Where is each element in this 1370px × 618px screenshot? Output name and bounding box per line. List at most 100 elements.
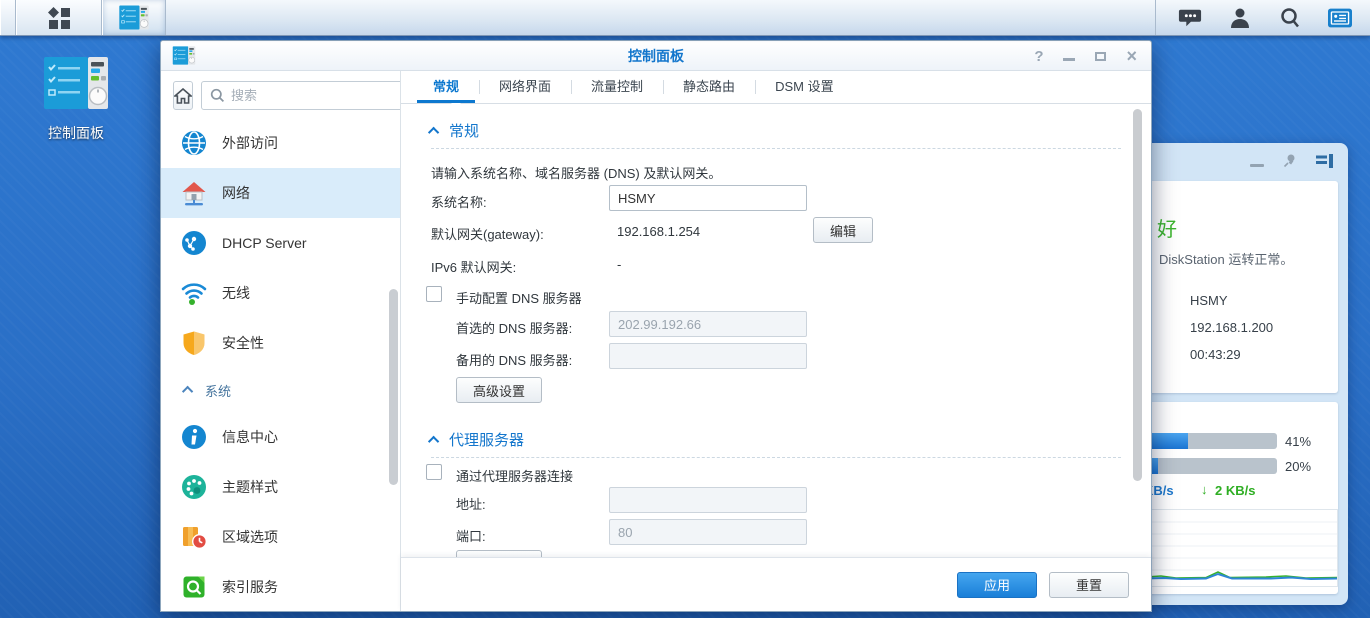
sidebar-item-theme[interactable]: 主题样式 [161,462,400,512]
proxy-checkbox-label: 通过代理服务器连接 [456,466,573,485]
sidebar-item-label: 网络 [222,183,250,203]
section-title: 常规 [449,120,479,141]
sidebar-item-label: 区域选项 [222,527,278,547]
taskbar-control-panel-button[interactable] [102,0,166,35]
system-name-label: 系统名称: [431,192,487,211]
global-search-button[interactable] [1278,6,1302,30]
sidebar-item-security[interactable]: 安全性 [161,318,400,368]
sidebar-item-wireless[interactable]: 无线 [161,268,400,318]
widgets-button[interactable] [1328,6,1352,30]
tab-static-route[interactable]: 静态路由 [663,71,755,103]
app-grid-icon [47,6,71,30]
sidebar-item-dhcp-server[interactable]: DHCP Server [161,218,400,268]
health-heading: 好 [1157,213,1177,242]
sidebar-item-info-center[interactable]: 信息中心 [161,412,400,462]
tab-label: 网络界面 [499,79,551,94]
window-titlebar[interactable]: 控制面板 ? × [161,41,1151,71]
ipv6-gateway-value: - [617,257,621,272]
download-speed-label: 2 KB/s [1215,483,1255,498]
search-icon [1279,7,1301,29]
taskbar [0,0,1370,36]
sidebar-item-label: DHCP Server [222,235,307,251]
manual-dns-label: 手动配置 DNS 服务器 [456,288,582,307]
user-menu-button[interactable] [1228,6,1252,30]
preferred-dns-label: 首选的 DNS 服务器: [456,318,572,337]
maximize-button[interactable] [1095,52,1106,61]
section-general-header[interactable]: 常规 [431,120,479,141]
globe-icon [181,130,207,156]
tab-general[interactable]: 常规 [413,71,479,103]
tab-label: 静态路由 [683,79,735,94]
gateway-value: 192.168.1.254 [617,224,700,239]
network-home-icon [181,180,207,206]
search-icon [210,88,225,103]
preferred-dns-input[interactable] [609,311,807,337]
tab-dsm-settings[interactable]: DSM 设置 [755,71,854,103]
system-name-input[interactable] [609,185,807,211]
home-button[interactable] [173,81,193,110]
sidebar-group-system[interactable]: 系统 [161,368,400,412]
desktop-shortcut-control-panel[interactable]: 控制面板 [28,56,124,143]
sidebar-item-regional-options[interactable]: 区域选项 [161,512,400,562]
widget-minimize-icon[interactable] [1250,164,1264,167]
sidebar-group-label: 系统 [205,381,231,400]
sidebar-toolbar [161,71,400,118]
sidebar-search [201,81,401,110]
window-controls: ? × [1034,41,1137,71]
reset-button[interactable]: 重置 [1049,572,1129,598]
manual-dns-checkbox[interactable] [426,286,442,302]
content-scrollbar[interactable] [1133,109,1142,481]
notifications-button[interactable] [1178,6,1202,30]
shield-icon [181,330,207,356]
ipv6-gateway-label: IPv6 默认网关: [431,257,516,276]
proxy-port-input[interactable] [609,519,807,545]
close-button[interactable]: × [1126,47,1137,65]
minimize-button[interactable] [1063,58,1075,61]
collapse-icon [428,126,439,137]
form-footer: 应用 重置 [401,557,1151,611]
uptime-value: 00:43:29 [1190,347,1241,362]
sidebar: 外部访问 网络 [161,71,401,611]
tab-label: 流量控制 [591,79,643,94]
chevron-up-icon [182,386,193,397]
section-title: 代理服务器 [449,429,524,450]
pin-icon[interactable] [1282,153,1298,169]
desktop: 控制面板 好 DiskStation 运转正常。 HSMY 192.168.1.… [0,0,1370,618]
widget-panel-icon [1328,7,1352,29]
alternate-dns-input[interactable] [609,343,807,369]
proxy-address-input[interactable] [609,487,807,513]
ip-address-value: 192.168.1.200 [1190,320,1273,335]
dhcp-icon [181,230,207,256]
taskbar-tray [1155,0,1370,35]
sidebar-item-external-access[interactable]: 外部访问 [161,118,400,168]
user-icon [1229,7,1251,29]
help-button[interactable]: ? [1034,49,1043,64]
wifi-icon [181,280,207,306]
sidebar-item-label: 外部访问 [222,133,278,153]
widget-layout-icon[interactable] [1316,154,1334,168]
sidebar-item-label: 索引服务 [222,577,278,597]
form-intro-text: 请输入系统名称、域名服务器 (DNS) 及默认网关。 [431,163,721,182]
sidebar-item-label: 信息中心 [222,427,278,447]
dns-advanced-button[interactable]: 高级设置 [456,377,542,403]
edit-gateway-button[interactable]: 编辑 [813,217,873,243]
tab-traffic-control[interactable]: 流量控制 [571,71,663,103]
tab-network-interface[interactable]: 网络界面 [479,71,571,103]
sidebar-item-indexing-service[interactable]: 索引服务 [161,562,400,611]
sidebar-item-label: 无线 [222,283,250,303]
apply-button[interactable]: 应用 [957,572,1037,598]
section-proxy-header[interactable]: 代理服务器 [431,429,524,450]
sidebar-item-network[interactable]: 网络 [161,168,400,218]
home-icon [174,88,192,104]
ram-percent-label: 20% [1285,459,1311,474]
tab-label: DSM 设置 [775,79,834,94]
main-menu-button[interactable] [16,0,102,35]
control-panel-icon [39,56,113,110]
sidebar-scrollbar[interactable] [389,289,398,485]
taskbar-spacer [166,0,1155,35]
taskbar-edge-button[interactable] [0,0,16,35]
proxy-checkbox[interactable] [426,464,442,480]
widget-header [1250,153,1334,169]
collapse-icon [428,435,439,446]
search-input[interactable] [231,88,401,103]
